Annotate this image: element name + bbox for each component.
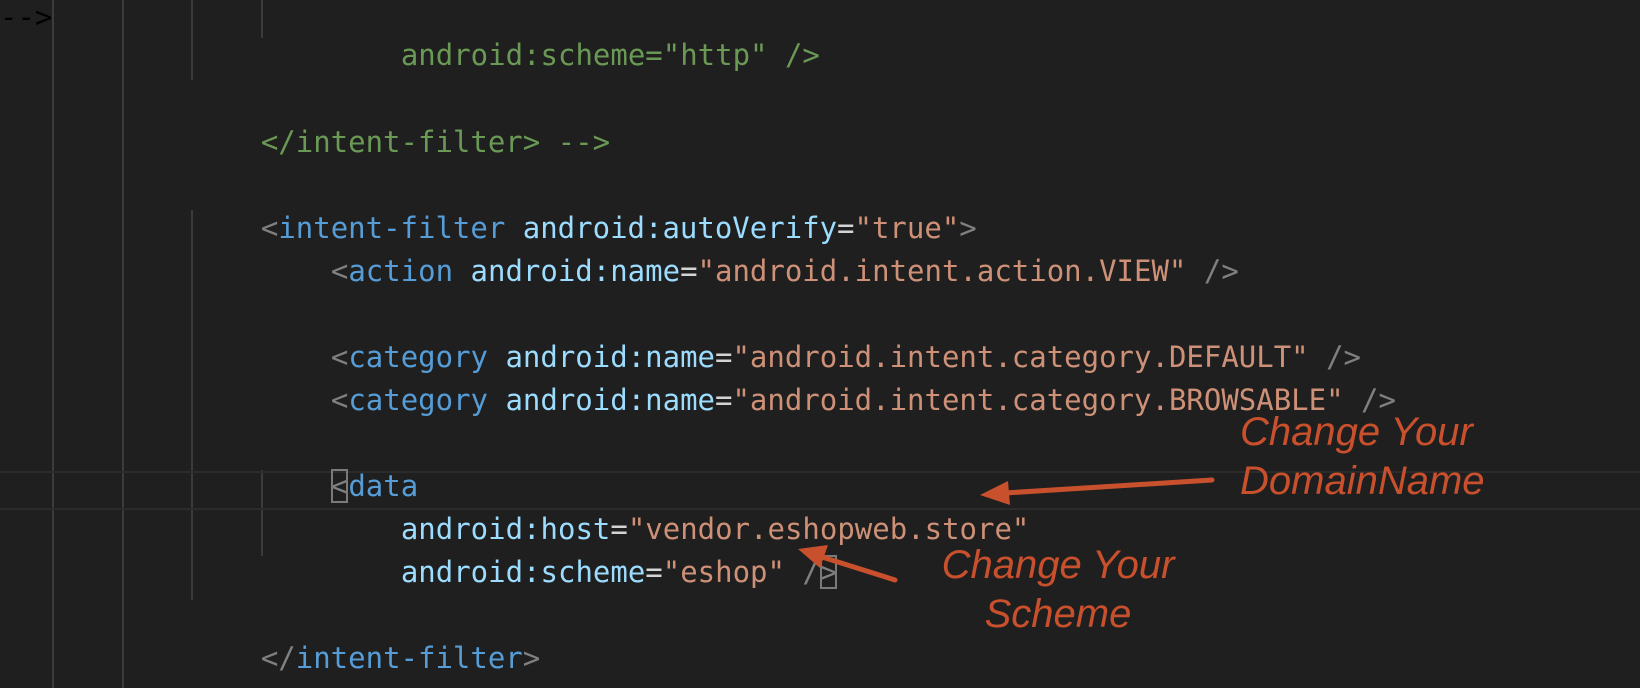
attribute-name: android:name	[470, 254, 681, 288]
code-line-scheme-http[interactable]: android:scheme="http" />	[331, 0, 820, 72]
annotation-scheme-line1: Change Your	[941, 543, 1175, 587]
tag-name: action	[348, 254, 454, 288]
equals-sign: =	[645, 555, 663, 589]
indent-guide	[52, 0, 54, 688]
tag-name: intent-filter	[295, 641, 523, 675]
attribute-name: android:scheme	[400, 555, 646, 589]
code-line-scheme-eshop[interactable]: android:scheme="eshop" />	[331, 512, 838, 589]
comment-value: "http"	[662, 38, 768, 72]
code-line-host[interactable]: android:host="vendor.eshopweb.store"	[331, 469, 1030, 546]
equals-sign: =	[714, 383, 733, 417]
annotation-scheme: Change Your Scheme	[936, 541, 1180, 639]
indent-guide	[122, 0, 124, 688]
close-bracket: >	[522, 641, 541, 675]
indent-guide	[191, 0, 193, 80]
indent-guide	[261, 0, 263, 38]
code-line-category-browsable[interactable]: <category android:name="android.intent.c…	[261, 340, 1396, 417]
attribute-name: android:name	[505, 383, 715, 417]
code-line-close-intent-filter[interactable]: </intent-filter>	[191, 598, 540, 675]
comment-equals: =	[645, 38, 663, 72]
comment-attribute: android:scheme	[400, 38, 646, 72]
comment-close: />	[767, 38, 820, 72]
code-editor[interactable]: android:scheme="http" /> --> </intent-fi…	[0, 0, 1640, 688]
code-line-action[interactable]: <action android:name="android.intent.act…	[261, 211, 1239, 288]
annotation-domain: Change Your DomainName	[1240, 408, 1485, 506]
matched-bracket: >	[819, 555, 838, 589]
equals-sign: =	[680, 254, 698, 288]
open-bracket: <	[330, 383, 349, 417]
comment-close-tag: </intent-filter> -->	[260, 125, 611, 159]
code-line-open-intent-filter[interactable]: <intent-filter android:autoVerify="true"…	[191, 168, 977, 245]
code-line-data-open[interactable]: <data	[261, 426, 418, 503]
open-bracket: <	[330, 254, 349, 288]
annotation-domain-line1: Change Your	[1240, 410, 1473, 454]
annotation-scheme-line2: Scheme	[984, 592, 1132, 636]
self-close-slash: /	[784, 555, 820, 589]
code-line-category-default[interactable]: <category android:name="android.intent.c…	[261, 297, 1361, 374]
attribute-value: "android.intent.action.VIEW"	[697, 254, 1187, 288]
self-close: />	[1186, 254, 1239, 288]
open-bracket: </	[260, 641, 296, 675]
scheme-value: "eshop"	[662, 555, 785, 589]
tag-name: category	[348, 383, 488, 417]
code-line-close-comment[interactable]: </intent-filter> -->	[191, 82, 610, 159]
annotation-domain-line2: DomainName	[1240, 459, 1485, 503]
